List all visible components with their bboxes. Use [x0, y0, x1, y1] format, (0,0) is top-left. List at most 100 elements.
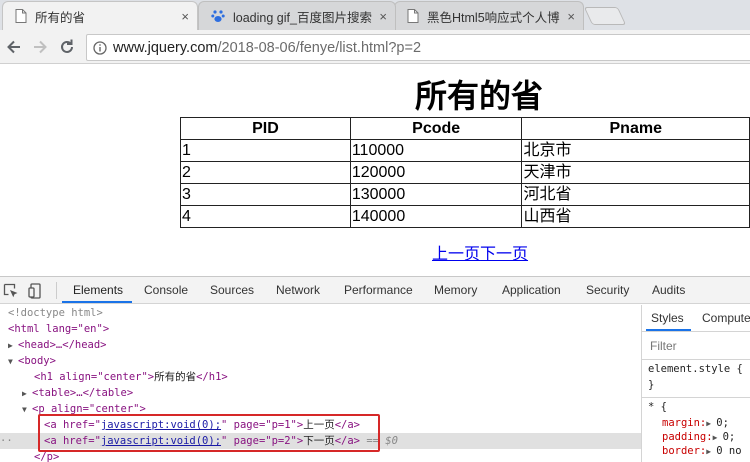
- divider: [642, 359, 750, 360]
- tab-performance[interactable]: Performance: [344, 283, 413, 297]
- head-node: <head>…</head>: [18, 339, 107, 351]
- tab-security[interactable]: Security: [586, 283, 629, 297]
- border-decl[interactable]: border:▶ 0 no: [662, 445, 742, 457]
- table-node: <table>…</table>: [32, 387, 134, 399]
- back-icon[interactable]: [4, 37, 24, 57]
- tab-console[interactable]: Console: [144, 283, 188, 297]
- html-node: <html lang="en">: [8, 323, 110, 335]
- h1-close: </h1>: [196, 371, 228, 383]
- cell-pname: 天津市: [521, 161, 750, 184]
- cell-pid: 3: [180, 183, 351, 206]
- cell-pid: 1: [180, 139, 351, 162]
- page-content: 所有的省 PID Pcode Pname 1 110000 北京市 2 1200…: [0, 64, 750, 276]
- cell-pid: 2: [180, 161, 351, 184]
- next-page-link[interactable]: 下一页: [480, 246, 528, 263]
- expand-arrow-icon[interactable]: ▶: [706, 447, 716, 456]
- baidu-paw-icon: [211, 10, 225, 22]
- collapse-arrow-icon[interactable]: ▼: [8, 354, 18, 370]
- prop-name: border:: [662, 445, 707, 457]
- prop-name: padding:: [662, 431, 713, 443]
- h1-text: 所有的省: [154, 371, 197, 383]
- cell-pcode: 140000: [349, 205, 523, 228]
- margin-decl[interactable]: margin:▶ 0;: [662, 417, 729, 429]
- devtools-toolbar: Elements Console Sources Network Perform…: [0, 277, 750, 304]
- pager: 上一页下一页: [432, 240, 528, 264]
- browser-toolbar: www.jquery.com/2018-08-06/fenye/list.htm…: [0, 30, 750, 64]
- tab-styles[interactable]: Styles: [651, 311, 684, 325]
- browser-tab-active[interactable]: 所有的省 ×: [2, 1, 198, 30]
- expand-arrow-icon[interactable]: ▶: [8, 338, 18, 354]
- province-table: PID Pcode Pname 1 110000 北京市 2 120000 天津…: [180, 117, 750, 228]
- tab-sources[interactable]: Sources: [210, 283, 254, 297]
- page-title: 所有的省: [414, 77, 543, 115]
- browser-tab-blog[interactable]: 黑色Html5响应式个人博 ×: [394, 1, 584, 30]
- tab-computed[interactable]: Computed: [702, 311, 750, 325]
- close-icon[interactable]: ×: [379, 9, 387, 24]
- divider: [642, 397, 750, 398]
- padding-decl[interactable]: padding:▶ 0;: [662, 431, 735, 443]
- tab-elements[interactable]: Elements: [73, 283, 123, 297]
- new-tab-button[interactable]: [583, 7, 627, 25]
- close-icon[interactable]: ×: [181, 9, 189, 24]
- tab-title: loading gif_百度图片搜索: [233, 10, 372, 25]
- cell-pid: 4: [180, 205, 351, 228]
- cell-pcode: 120000: [349, 161, 523, 184]
- styles-filter-input[interactable]: Filter: [650, 339, 677, 353]
- prop-name: margin:: [662, 417, 707, 429]
- prop-value: 0 no: [716, 445, 742, 457]
- expand-arrow-icon[interactable]: ▶: [713, 433, 723, 442]
- page-icon: [407, 9, 419, 23]
- collapse-arrow-icon[interactable]: ▼: [22, 402, 32, 418]
- prev-page-link[interactable]: 上一页: [432, 246, 480, 263]
- styles-pane: Styles Computed Filter element.style { }…: [641, 305, 750, 462]
- table-row: 3 130000 河北省: [180, 183, 750, 206]
- url-path: /2018-08-06/fenye/list.html?p=2: [217, 40, 422, 56]
- highlight-annotation-box: [38, 414, 380, 452]
- table-row: 2 120000 天津市: [180, 161, 750, 184]
- address-bar[interactable]: www.jquery.com/2018-08-06/fenye/list.htm…: [86, 34, 750, 61]
- info-icon[interactable]: [93, 41, 107, 55]
- dom-tree: <!doctype html> <html lang="en"> ▶ <head>…: [0, 305, 641, 462]
- dom-line-h1[interactable]: <h1 align="center">所有的省</h1>: [0, 369, 641, 385]
- tab-title: 黑色Html5响应式个人博: [427, 10, 560, 25]
- dom-line-body[interactable]: ▼ <body>: [0, 353, 641, 369]
- table-row: 4 140000 山西省: [180, 205, 750, 228]
- close-icon[interactable]: ×: [567, 9, 575, 24]
- url-text[interactable]: www.jquery.com/2018-08-06/fenye/list.htm…: [113, 40, 421, 56]
- tab-title: 所有的省: [35, 10, 86, 25]
- universal-rule[interactable]: * {: [648, 401, 667, 413]
- prop-value: 0;: [716, 417, 729, 429]
- active-tab-indicator: [62, 301, 132, 303]
- dom-line-head[interactable]: ▶ <head>…</head>: [0, 337, 641, 353]
- styles-tabs: Styles Computed: [642, 305, 750, 332]
- tab-application[interactable]: Application: [502, 283, 561, 297]
- column-header-pname: Pname: [521, 117, 750, 140]
- cell-pname: 山西省: [521, 205, 750, 228]
- column-header-pid: PID: [180, 117, 351, 140]
- tab-network[interactable]: Network: [276, 283, 320, 297]
- prop-value: 0;: [722, 431, 736, 443]
- browser-tab-baidu[interactable]: loading gif_百度图片搜索 ×: [198, 1, 396, 30]
- table-row: 1 110000 北京市: [180, 139, 750, 162]
- expand-arrow-icon[interactable]: ▶: [22, 386, 32, 402]
- dom-line-html[interactable]: <html lang="en">: [0, 321, 641, 337]
- tab-audits[interactable]: Audits: [652, 283, 685, 297]
- rule-close-brace: }: [648, 379, 655, 391]
- doctype-node: <!doctype html>: [8, 307, 103, 319]
- page-icon: [15, 9, 27, 23]
- forward-icon[interactable]: [30, 37, 50, 57]
- cell-pname: 北京市: [521, 139, 750, 162]
- device-toolbar-icon[interactable]: [28, 283, 44, 299]
- expand-arrow-icon[interactable]: ▶: [706, 419, 716, 428]
- table-header-row: PID Pcode Pname: [180, 117, 750, 140]
- inspect-element-icon[interactable]: [3, 283, 19, 299]
- dom-line-table[interactable]: ▶ <table>…</table>: [0, 385, 641, 401]
- element-style-rule[interactable]: element.style {: [648, 363, 743, 375]
- dom-line-doctype[interactable]: <!doctype html>: [0, 305, 641, 321]
- column-header-pcode: Pcode: [349, 117, 523, 140]
- cell-pcode: 130000: [349, 183, 523, 206]
- tab-memory[interactable]: Memory: [434, 283, 477, 297]
- url-host: www.jquery.com: [113, 40, 218, 56]
- reload-icon[interactable]: [57, 37, 77, 57]
- p-close: </p>: [34, 451, 60, 462]
